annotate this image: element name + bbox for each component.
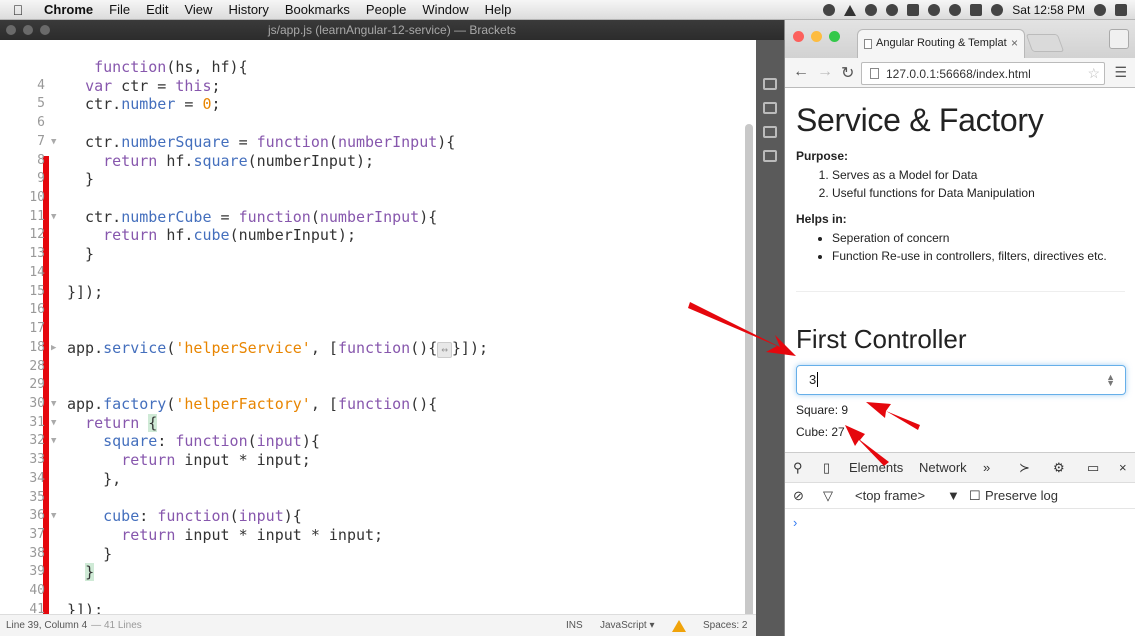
url-text: 127.0.0.1:56668/index.html (886, 67, 1031, 81)
spotlight-icon[interactable] (1094, 4, 1106, 16)
devtools-panel: ⚲ ▯ Elements Network » ≻ ⚙ ▭ × ⊘ ▽ <top … (785, 452, 1135, 636)
chrome-zoom-button[interactable] (829, 31, 840, 42)
clear-console-icon[interactable]: ⊘ (793, 488, 804, 504)
wifi-icon[interactable] (991, 4, 1004, 16)
tab-strip: Angular Routing & Templat × (785, 20, 1135, 58)
tab-network[interactable]: Network (919, 460, 967, 475)
tab-close-icon[interactable]: × (1011, 36, 1018, 50)
warning-icon[interactable] (672, 620, 686, 632)
notification-center-icon[interactable] (1115, 4, 1127, 16)
list-item: Function Re-use in controllers, filters,… (832, 247, 1125, 265)
menu-view[interactable]: View (176, 2, 220, 17)
status-bar: Line 39, Column 4 — 41 Lines INS JavaScr… (0, 614, 756, 636)
divider (796, 291, 1125, 292)
helps-list: Seperation of concern Function Re-use in… (796, 229, 1125, 265)
settings-gear-icon[interactable]: ⚙ (1053, 460, 1065, 476)
cursor-position: Line 39, Column 4 (6, 620, 88, 631)
profile-icon[interactable] (1109, 29, 1129, 49)
editor-scrollbar[interactable] (745, 124, 753, 634)
preserve-log-label: Preserve log (985, 488, 1058, 503)
drive-icon[interactable] (844, 4, 857, 16)
menu-file[interactable]: File (101, 2, 138, 17)
adobe-icon[interactable] (907, 4, 920, 16)
more-tabs-icon[interactable]: » (983, 460, 990, 475)
menu-bookmarks[interactable]: Bookmarks (277, 2, 358, 17)
purpose-label: Purpose: (796, 149, 849, 163)
bell-icon[interactable] (886, 4, 899, 16)
square-result: Square: 9 (796, 403, 849, 417)
list-item: Serves as a Model for Data (832, 166, 1125, 184)
mac-menubar:  Chrome File Edit View History Bookmark… (0, 0, 1135, 20)
tab-active[interactable]: Angular Routing & Templat × (857, 29, 1025, 58)
preserve-log-checkbox[interactable]: ☐ (969, 488, 981, 504)
new-tab-button[interactable] (1025, 34, 1065, 52)
tab-title: Angular Routing & Templat (876, 37, 1007, 49)
purpose-list: Serves as a Model for Data Useful functi… (796, 166, 1125, 202)
frame-dropdown-icon[interactable]: ▼ (947, 488, 960, 503)
language-select[interactable]: JavaScript ▾ (600, 620, 655, 631)
number-input-value: 3 (809, 372, 817, 387)
chrome-menu-icon[interactable]: ☰ (1114, 64, 1127, 81)
console-drawer-icon[interactable]: ≻ (1019, 460, 1030, 476)
menu-window[interactable]: Window (414, 2, 476, 17)
apple-icon[interactable]:  (0, 2, 36, 18)
menu-edit[interactable]: Edit (138, 2, 176, 17)
menu-people[interactable]: People (358, 2, 414, 17)
page-info-icon[interactable] (870, 68, 879, 79)
dock-icon[interactable]: ▭ (1087, 460, 1099, 476)
device-mode-icon[interactable]: ▯ (823, 460, 830, 476)
tab-elements[interactable]: Elements (849, 460, 903, 475)
helps-label: Helps in: (796, 212, 847, 226)
volume-icon[interactable] (949, 4, 962, 16)
code-lines[interactable]: function(hs, hf){ 4 var ctr = this; 5 ct… (0, 58, 740, 620)
back-icon[interactable]: ← (793, 63, 809, 81)
bookmark-star-icon[interactable]: ☆ (1087, 65, 1100, 82)
address-bar: ← → ↻ 127.0.0.1:56668/index.html ☆ ☰ (785, 58, 1135, 88)
battery-icon[interactable] (970, 4, 983, 16)
menu-history[interactable]: History (220, 2, 276, 17)
line-count: — 41 Lines (91, 620, 142, 631)
filter-icon[interactable]: ▽ (823, 488, 833, 504)
layers-icon[interactable] (763, 150, 777, 162)
forward-icon[interactable]: → (817, 63, 833, 81)
brackets-titlebar: js/app.js (learnAngular-12-service) — Br… (0, 20, 784, 40)
devtools-close-icon[interactable]: × (1119, 460, 1127, 475)
devtools-tabs: ⚲ ▯ Elements Network » ≻ ⚙ ▭ × (785, 453, 1135, 483)
record-icon[interactable] (823, 4, 836, 16)
extension-manager-icon[interactable] (763, 102, 777, 114)
status-icons: Sat 12:58 PM (823, 0, 1127, 20)
reload-icon[interactable]: ↻ (841, 63, 854, 83)
cube-result: Cube: 27 (796, 425, 845, 439)
window-title: js/app.js (learnAngular-12-service) — Br… (267, 23, 517, 37)
page-icon (864, 39, 872, 49)
live-preview-icon[interactable] (763, 78, 777, 90)
chrome-window: Angular Routing & Templat × ← → ↻ 127.0.… (784, 20, 1135, 636)
list-item: Seperation of concern (832, 229, 1125, 247)
page-content: Service & Factory Purpose: Serves as a M… (785, 88, 1135, 460)
insert-mode[interactable]: INS (566, 620, 583, 631)
menu-app[interactable]: Chrome (36, 2, 101, 17)
inspect-icon[interactable]: ⚲ (793, 460, 803, 476)
chrome-close-button[interactable] (793, 31, 804, 42)
brackets-side-toolbar (756, 40, 784, 636)
list-item: Useful functions for Data Manipulation (832, 184, 1125, 202)
time-machine-icon[interactable] (928, 4, 941, 16)
spinner-icon[interactable]: ▲ ▼ (1106, 373, 1115, 388)
indent-setting[interactable]: Spaces: 2 (703, 620, 747, 631)
gear-status-icon[interactable] (865, 4, 878, 16)
number-input[interactable]: 3 ▲ ▼ (796, 365, 1126, 395)
console-toolbar: ⊘ ▽ <top frame> ▼ ☐ Preserve log (785, 483, 1135, 509)
menu-help[interactable]: Help (477, 2, 520, 17)
url-field[interactable]: 127.0.0.1:56668/index.html ☆ (861, 62, 1105, 85)
brackets-window: js/app.js (learnAngular-12-service) — Br… (0, 20, 784, 636)
clock[interactable]: Sat 12:58 PM (1012, 3, 1085, 17)
page-title: Service & Factory (796, 102, 1044, 138)
console-prompt[interactable]: › (793, 515, 797, 530)
controller-heading: First Controller (796, 324, 967, 354)
code-editor[interactable]: function(hs, hf){ 4 var ctr = this; 5 ct… (0, 40, 756, 634)
chrome-minimize-button[interactable] (811, 31, 822, 42)
code-icon[interactable] (763, 126, 777, 138)
frame-select[interactable]: <top frame> (855, 488, 925, 503)
